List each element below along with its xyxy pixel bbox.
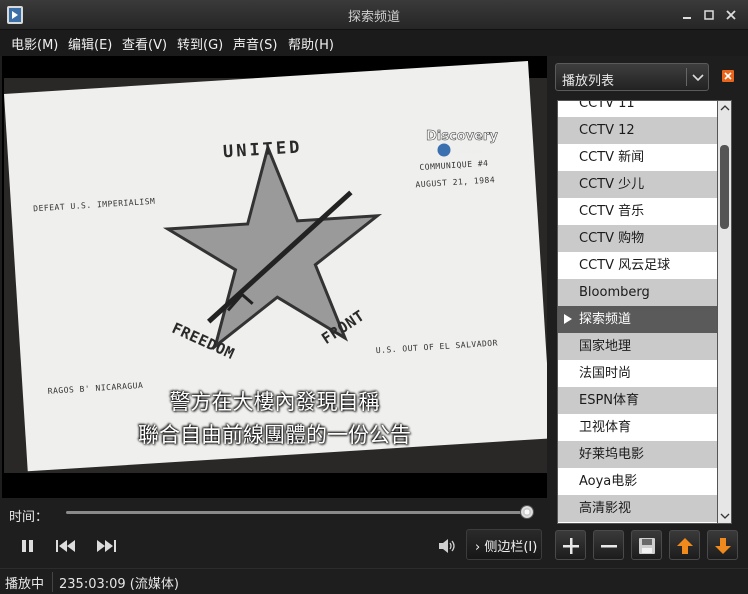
playlist-item[interactable]: CCTV 少儿 — [558, 171, 717, 198]
status-bar: 播放中 235:03:09 (流媒体) — [0, 568, 748, 594]
playlist-item[interactable]: J-Music — [558, 522, 717, 523]
playback-time: 235:03:09 (流媒体) — [59, 577, 179, 592]
playlist-item-label: CCTV 音乐 — [579, 204, 645, 219]
chevron-right-icon: › — [475, 540, 481, 555]
remove-icon — [601, 545, 617, 548]
playlist-item-label: 好莱坞电影 — [579, 447, 645, 462]
doc-line: U.S. OUT OF EL SALVADOR — [375, 338, 499, 356]
playlist-item[interactable]: CCTV 风云足球 — [558, 252, 717, 279]
playlist-item-label: 国家地理 — [579, 339, 632, 354]
scrollbar-thumb[interactable] — [720, 145, 729, 229]
doc-line: AUGUST 21, 1984 — [415, 175, 496, 190]
subtitle-line-1: 警方在大樓內發現自稱 — [169, 390, 380, 414]
pause-icon[interactable] — [16, 535, 40, 557]
skip-previous-icon[interactable] — [54, 535, 78, 557]
playlist-item-label: ESPN体育 — [579, 393, 640, 408]
playlist-item[interactable]: 探索频道 — [558, 306, 717, 333]
menu-sound[interactable]: 声音(S) — [233, 34, 277, 53]
playlist-item-label: CCTV 新闻 — [579, 150, 645, 165]
playlist-item[interactable]: CCTV 11 — [558, 100, 717, 117]
playlist-item[interactable]: 法国时尚 — [558, 360, 717, 387]
status-divider — [52, 572, 53, 592]
playlist-item[interactable]: CCTV 购物 — [558, 225, 717, 252]
seek-bar[interactable] — [66, 511, 528, 514]
scroll-down-icon[interactable] — [719, 510, 731, 522]
move-down-button[interactable] — [707, 530, 738, 560]
playlist-item-label: 高清影视 — [579, 501, 632, 516]
playlist-item[interactable]: 高清影视 — [558, 495, 717, 522]
skip-next-icon[interactable] — [94, 535, 118, 557]
maximize-icon[interactable] — [700, 6, 718, 24]
time-label: 时间： — [9, 510, 49, 525]
playlist-item[interactable]: 卫视体育 — [558, 414, 717, 441]
playlist-item-label: CCTV 12 — [579, 123, 635, 138]
playlist-item[interactable]: CCTV 新闻 — [558, 144, 717, 171]
playlist-item-label: CCTV 购物 — [579, 231, 645, 246]
playlist-item-label: Aoya电影 — [579, 474, 638, 489]
title-bar: 探索频道 — [0, 0, 748, 30]
close-icon[interactable] — [722, 6, 740, 24]
playback-controls: › 侧边栏(I) — [0, 528, 548, 564]
channel-logo: Discovery CHANNEL — [426, 129, 499, 158]
playlist-scrollbar[interactable] — [718, 100, 732, 524]
playlist-item-label: 卫视体育 — [579, 420, 632, 435]
playlist-items: CCTV 11 CCTV 12 CCTV 新闻 CCTV 少儿 CCTV 音乐 CCTV … — [558, 100, 717, 523]
minimize-icon[interactable] — [678, 6, 696, 24]
move-up-icon — [677, 538, 693, 554]
window-title: 探索频道 — [347, 10, 400, 25]
seek-row: 时间： — [0, 498, 548, 528]
add-icon — [563, 538, 579, 554]
speaker-icon[interactable] — [437, 537, 457, 555]
doc-line: DEFEAT U.S. IMPERIALISM — [32, 196, 156, 214]
playlist-item[interactable]: ESPN体育 — [558, 387, 717, 414]
playlist-item[interactable]: CCTV 12 — [558, 117, 717, 144]
sidebar-dropdown[interactable]: 播放列表 — [555, 63, 709, 91]
menu-movie[interactable]: 电影(M) — [11, 34, 58, 53]
playback-status: 播放中 — [5, 577, 45, 592]
subtitle-line-2: 聯合自由前線團體的一份公告 — [138, 423, 411, 447]
move-down-icon — [715, 538, 731, 554]
playlist-item[interactable]: 国家地理 — [558, 333, 717, 360]
playlist-item-label: CCTV 少儿 — [579, 177, 645, 192]
video-display[interactable]: UNITED FREEDOM FRONT DEFEAT U.S. IMPERIA… — [2, 56, 547, 498]
menu-help[interactable]: 帮助(H) — [288, 34, 334, 53]
scroll-up-icon[interactable] — [719, 102, 731, 114]
close-sidebar-icon[interactable] — [722, 70, 734, 82]
playlist-item-label: CCTV 风云足球 — [579, 258, 671, 273]
remove-button[interactable] — [593, 530, 624, 560]
seek-handle[interactable] — [520, 505, 534, 519]
playlist-item-label: 探索频道 — [579, 312, 632, 327]
sidebar-toggle-button[interactable]: › 侧边栏(I) — [466, 529, 542, 560]
save-icon — [639, 538, 655, 554]
menu-go[interactable]: 转到(G) — [177, 34, 223, 53]
playlist-item-label: 法国时尚 — [579, 366, 632, 381]
menu-bar: 电影(M) 编辑(E) 查看(V) 转到(G) 声音(S) 帮助(H) — [0, 30, 748, 56]
chevron-down-icon — [692, 74, 704, 82]
now-playing-icon — [564, 314, 572, 324]
playlist[interactable]: CCTV 11 CCTV 12 CCTV 新闻 CCTV 少儿 CCTV 音乐 CCTV … — [557, 100, 718, 524]
menu-edit[interactable]: 编辑(E) — [68, 34, 112, 53]
playlist-item-label: Bloomberg — [579, 285, 650, 300]
playlist-item[interactable]: CCTV 音乐 — [558, 198, 717, 225]
playlist-item[interactable]: Bloomberg — [558, 279, 717, 306]
save-button[interactable] — [631, 530, 662, 560]
sidebar-toggle-label: 侧边栏(I) — [484, 540, 538, 555]
playlist-item[interactable]: 好莱坞电影 — [558, 441, 717, 468]
svg-text:CHANNEL: CHANNEL — [456, 149, 486, 156]
dropdown-value: 播放列表 — [562, 74, 615, 89]
menu-view[interactable]: 查看(V) — [122, 34, 167, 53]
playlist-item[interactable]: Aoya电影 — [558, 468, 717, 495]
add-button[interactable] — [555, 530, 586, 560]
playlist-item-label: CCTV 11 — [579, 100, 635, 111]
dropdown-divider — [686, 68, 687, 86]
move-up-button[interactable] — [669, 530, 700, 560]
sidebar-panel: 播放列表 CCTV 11 CCTV 12 CCTV 新闻 CCTV 少儿 CCTV 音乐… — [548, 56, 748, 568]
svg-text:Discovery: Discovery — [426, 129, 498, 144]
